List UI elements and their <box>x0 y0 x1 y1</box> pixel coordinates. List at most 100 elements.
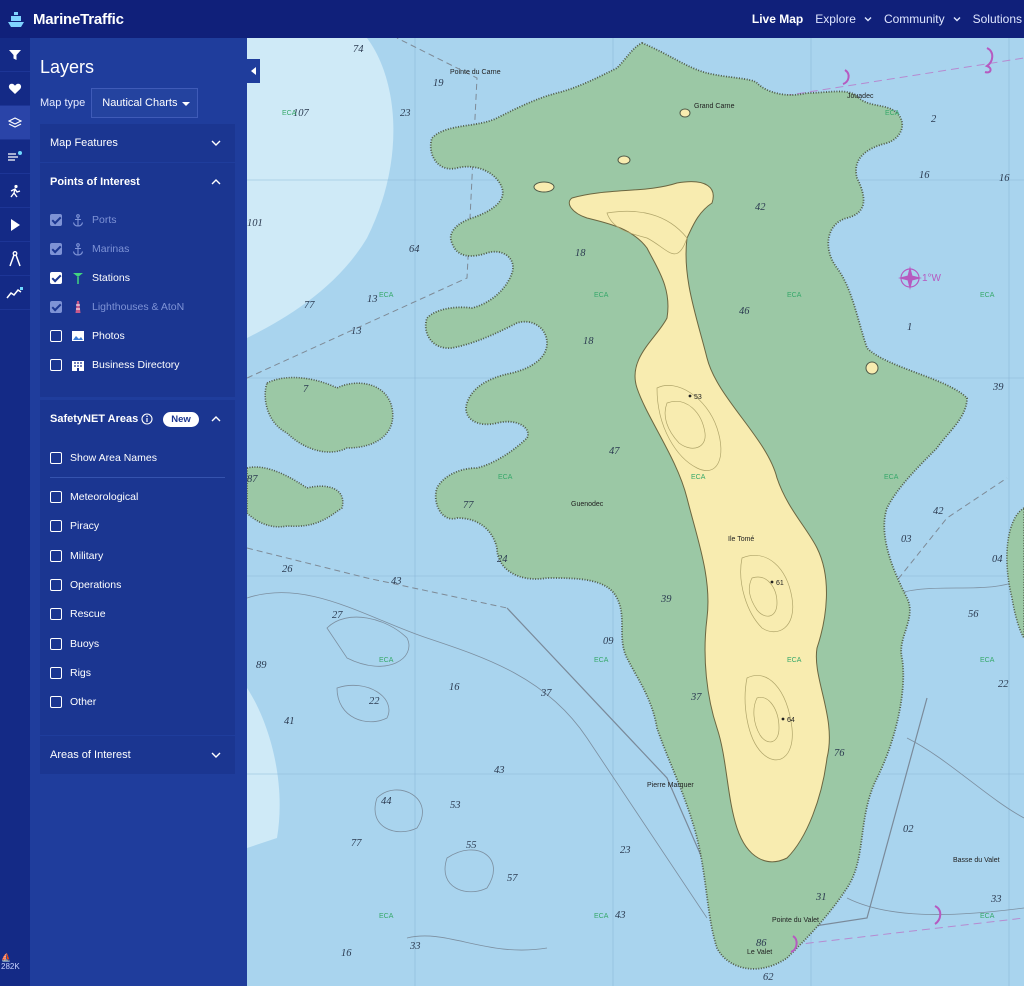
place-label: Pointe du Valet <box>772 917 819 924</box>
operations-checkbox[interactable] <box>50 579 62 591</box>
layers-button[interactable] <box>0 106 30 140</box>
nautical-chart-map[interactable]: 1°W 74 19 23 107 101 64 77 13 13 7 87 26… <box>247 38 1024 986</box>
heart-icon <box>8 83 22 94</box>
areas-of-interest-header[interactable]: Areas of Interest <box>40 736 235 774</box>
safetynet-military[interactable]: Military <box>50 548 103 564</box>
option-label: Business Directory <box>92 359 180 371</box>
show-area-names-checkbox[interactable] <box>50 452 62 464</box>
marinas-checkbox[interactable] <box>50 243 62 255</box>
safetynet-meteorological[interactable]: Meteorological <box>50 489 138 505</box>
depth-label: 43 <box>391 576 402 587</box>
islet <box>679 108 691 118</box>
depth-label: 64 <box>409 244 420 255</box>
depth-label: 62 <box>763 972 774 983</box>
nav-label: Community <box>883 12 945 26</box>
depth-label: 04 <box>992 554 1003 565</box>
place-label: Pierre Marquer <box>647 782 694 789</box>
safetynet-buoys[interactable]: Buoys <box>50 636 99 652</box>
piracy-checkbox[interactable] <box>50 520 62 532</box>
option-label: Piracy <box>70 520 100 532</box>
map-type-row: Map type Nautical Charts <box>40 88 199 118</box>
safetynet-piracy[interactable]: Piracy <box>50 518 99 534</box>
buoys-checkbox[interactable] <box>50 638 62 650</box>
filter-button[interactable] <box>0 38 30 72</box>
depth-label: 89 <box>256 660 267 671</box>
poi-photos[interactable]: Photos <box>50 328 125 344</box>
other-checkbox[interactable] <box>50 696 62 708</box>
eca-label: ECA <box>498 474 513 481</box>
divider <box>50 477 225 478</box>
depth-label: 57 <box>507 873 518 884</box>
map-type-select[interactable]: Nautical Charts <box>91 88 199 118</box>
poi-stations[interactable]: Stations <box>50 270 130 286</box>
layers-panel: Layers Map type Nautical Charts Map Feat… <box>30 38 247 986</box>
depth-label: 41 <box>284 716 295 727</box>
poi-business-directory[interactable]: Business Directory <box>50 357 180 373</box>
ports-checkbox[interactable] <box>50 214 62 226</box>
safetynet-rescue[interactable]: Rescue <box>50 606 106 622</box>
place-label: Le Valet <box>747 949 772 956</box>
poi-marinas[interactable]: Marinas <box>50 241 129 257</box>
playback-button[interactable] <box>0 208 30 242</box>
measure-button[interactable] <box>0 242 30 276</box>
depth-label: 23 <box>620 845 631 856</box>
chevron-down-icon <box>211 752 221 758</box>
option-label: Lighthouses & AtoN <box>92 301 185 313</box>
photos-checkbox[interactable] <box>50 330 62 342</box>
compass-label: 1°W <box>922 273 942 284</box>
depth-label: 101 <box>247 218 263 229</box>
place-label: Basse du Valet <box>953 857 1000 864</box>
route-icon <box>10 184 21 197</box>
eca-label: ECA <box>594 913 609 920</box>
chevron-down-icon <box>953 17 961 22</box>
collapse-panel-button[interactable] <box>247 59 260 83</box>
nav-community[interactable]: Community <box>884 12 961 26</box>
depth-label: 2 <box>931 114 937 125</box>
rescue-checkbox[interactable] <box>50 608 62 620</box>
depth-label: 33 <box>990 894 1002 905</box>
stations-checkbox[interactable] <box>50 272 62 284</box>
points-of-interest-header[interactable]: Points of Interest <box>40 163 235 201</box>
height-label: 53 <box>694 394 702 401</box>
play-icon <box>11 218 20 231</box>
weather-button[interactable] <box>0 140 30 174</box>
safetynet-show-area-names[interactable]: Show Area Names <box>50 450 157 466</box>
nav-solutions[interactable]: Solutions <box>973 12 1022 26</box>
favorites-button[interactable] <box>0 72 30 106</box>
safetynet-body: Show Area Names Meteorological Piracy Mi… <box>40 438 235 735</box>
brand-logo[interactable]: MarineTraffic <box>4 7 124 31</box>
depth-label: 39 <box>660 594 672 605</box>
nav-live-map[interactable]: Live Map <box>752 12 803 26</box>
option-label: Photos <box>92 330 125 342</box>
depth-label: 7 <box>303 384 309 395</box>
info-icon[interactable] <box>141 413 153 425</box>
lighthouses-checkbox[interactable] <box>50 301 62 313</box>
map-features-header[interactable]: Map Features <box>40 124 235 162</box>
safetynet-rigs[interactable]: Rigs <box>50 665 91 681</box>
chart-canvas[interactable]: 1°W 74 19 23 107 101 64 77 13 13 7 87 26… <box>247 38 1024 986</box>
depth-label: 77 <box>463 500 474 511</box>
safetynet-operations[interactable]: Operations <box>50 577 121 593</box>
nav-explore[interactable]: Explore <box>815 12 872 26</box>
lighthouse-icon <box>70 299 86 315</box>
depth-label: 39 <box>992 382 1004 393</box>
poi-lighthouses[interactable]: Lighthouses & AtoN <box>50 299 184 315</box>
depth-label: 53 <box>450 800 461 811</box>
business-directory-checkbox[interactable] <box>50 359 62 371</box>
meteorological-checkbox[interactable] <box>50 491 62 503</box>
section-label: Points of Interest <box>50 176 140 188</box>
option-label: Operations <box>70 579 122 591</box>
depth-label: 03 <box>901 534 912 545</box>
military-checkbox[interactable] <box>50 550 62 562</box>
route-button[interactable] <box>0 174 30 208</box>
option-label: Other <box>70 696 97 708</box>
depth-label: 16 <box>341 948 352 959</box>
depth-label: 74 <box>353 44 364 55</box>
depth-label: 86 <box>756 938 767 949</box>
poi-ports[interactable]: Ports <box>50 212 117 228</box>
safetynet-other[interactable]: Other <box>50 694 96 710</box>
safetynet-header[interactable]: SafetyNET Areas New <box>40 400 235 438</box>
analytics-button[interactable] <box>0 276 30 310</box>
rigs-checkbox[interactable] <box>50 667 62 679</box>
option-label: Marinas <box>92 243 130 255</box>
